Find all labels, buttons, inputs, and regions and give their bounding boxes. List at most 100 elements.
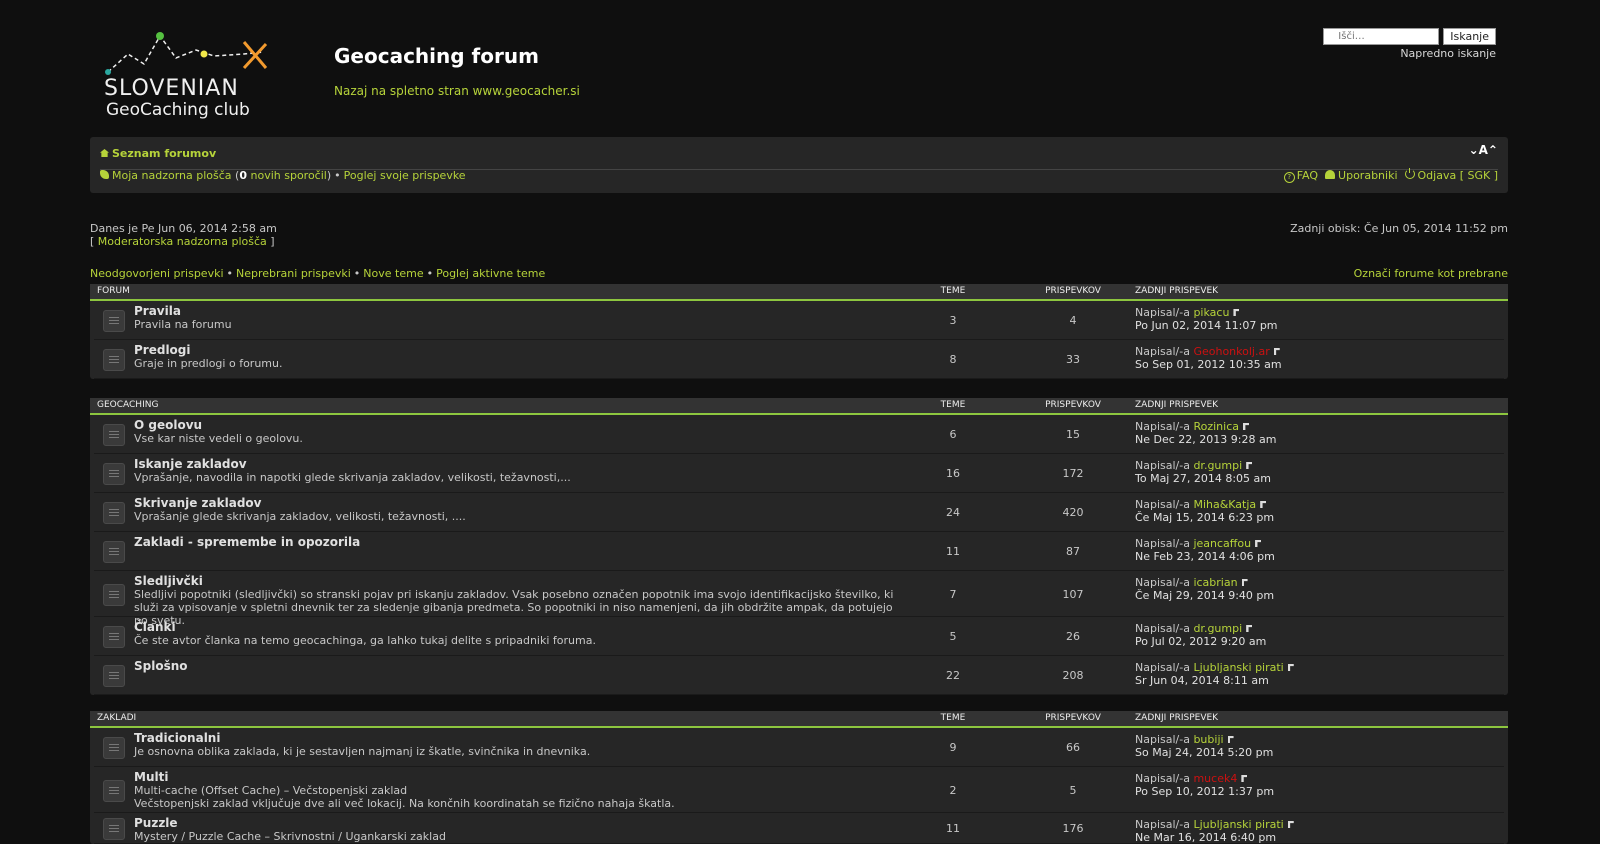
topics-count: 24 — [946, 506, 960, 519]
forum-description-text: Vse kar niste vedeli o geolovu. — [134, 432, 303, 445]
last-post-author-link[interactable]: dr.gumpi — [1193, 622, 1242, 635]
view-latest-post-icon[interactable] — [1233, 309, 1240, 316]
back-to-site-link[interactable]: Nazaj na spletno stran www.geocacher.si — [334, 84, 580, 98]
last-post-author-link[interactable]: Ljubljanski pirati — [1193, 818, 1283, 831]
category-title-link[interactable]: ZAKLADI — [97, 711, 136, 726]
last-post-date: Po Jul 02, 2012 9:20 am — [1135, 635, 1267, 648]
category-header: FORUM TEME PRISPEVKOV ZADNJI PRISPEVEK — [90, 284, 1508, 301]
view-latest-post-icon[interactable] — [1241, 775, 1248, 782]
own-posts-link[interactable]: Poglej svoje prispevke — [344, 169, 466, 182]
forum-read-icon — [103, 584, 125, 606]
last-post-author-link[interactable]: bubiji — [1193, 733, 1223, 746]
forum-description-text: Če ste avtor članka na temo geocachinga,… — [134, 634, 596, 647]
view-latest-post-icon[interactable] — [1246, 462, 1253, 469]
forum-row: Pravila Pravila na forumu 3 4 Napisal/-a pik… — [94, 301, 1504, 340]
view-latest-post-icon[interactable] — [1287, 664, 1294, 671]
logo-trail-graphic — [105, 32, 268, 75]
view-latest-post-icon[interactable] — [1246, 625, 1253, 632]
last-post-date: So Sep 01, 2012 10:35 am — [1135, 358, 1282, 371]
breadcrumb-forum-index[interactable]: Seznam forumov — [112, 147, 216, 160]
category-title-link[interactable]: GEOCACHING — [97, 398, 158, 413]
search-button[interactable]: Iskanje — [1443, 28, 1496, 45]
forum-title-link[interactable]: Puzzle — [134, 816, 178, 830]
forum-description-text: Vprašanje, navodila in napotki glede skr… — [134, 471, 571, 484]
forum-title-link[interactable]: Predlogi — [134, 343, 191, 357]
advanced-search-link[interactable]: Napredno iskanje — [1323, 47, 1496, 60]
logo-line-1: SLOVENIAN — [104, 76, 239, 101]
site-title: Geocaching forum — [334, 44, 539, 68]
last-post: Napisal/-a Miha&Katja Če Maj 15, 2014 6:2… — [1135, 498, 1274, 524]
logout-link[interactable]: Odjava [ SGK ] — [1418, 169, 1498, 182]
view-latest-post-icon[interactable] — [1260, 501, 1267, 508]
posts-count: 26 — [1066, 630, 1080, 643]
ucp-link[interactable]: Moja nadzorna plošča — [112, 169, 232, 182]
control-panel-icon — [100, 170, 109, 179]
active-topics-link[interactable]: Poglej aktivne teme — [436, 267, 545, 280]
forum-title-link[interactable]: Splošno — [134, 659, 188, 673]
forum-read-icon — [103, 424, 125, 446]
mark-forums-read-link[interactable]: Označi forume kot prebrane — [1354, 267, 1508, 280]
forum-title-link[interactable]: Članki — [134, 620, 176, 634]
last-post-by-label: Napisal/-a — [1135, 733, 1194, 746]
last-post: Napisal/-a Rozinica Ne Dec 22, 2013 9:28 … — [1135, 420, 1276, 446]
forum-description: Vprašanje glede skrivanja zakladov, veli… — [134, 510, 894, 523]
forum-title-link[interactable]: Zakladi - spremembe in opozorila — [134, 535, 360, 549]
view-latest-post-icon[interactable] — [1242, 423, 1249, 430]
view-latest-post-icon[interactable] — [1273, 348, 1280, 355]
forum-title-link[interactable]: Iskanje zakladov — [134, 457, 247, 471]
last-post-author-link[interactable]: icabrian — [1193, 576, 1237, 589]
last-post: Napisal/-a Ljubljanski pirati Sr Jun 04, … — [1135, 661, 1294, 687]
last-post-date: Po Sep 10, 2012 1:37 pm — [1135, 785, 1275, 798]
forum-title-link[interactable]: Tradicionalni — [134, 731, 220, 745]
last-post-author-link[interactable]: dr.gumpi — [1193, 459, 1242, 472]
club-logo[interactable]: SLOVENIAN GeoCaching club — [104, 28, 274, 124]
topics-count: 22 — [946, 669, 960, 682]
last-post-author-link[interactable]: Miha&Katja — [1193, 498, 1256, 511]
forum-title-link[interactable]: Sledljivčki — [134, 574, 203, 588]
forum-title-link[interactable]: Pravila — [134, 304, 181, 318]
last-post-author-link[interactable]: Geohonkolj.ar — [1193, 345, 1269, 358]
last-post-by-label: Napisal/-a — [1135, 576, 1194, 589]
posts-count: 87 — [1066, 545, 1080, 558]
view-latest-post-icon[interactable] — [1241, 579, 1248, 586]
col-last-post-header: ZADNJI PRISPEVEK — [1135, 400, 1219, 410]
col-last-post-header: ZADNJI PRISPEVEK — [1135, 286, 1219, 296]
last-post-date: Sr Jun 04, 2014 8:11 am — [1135, 674, 1269, 687]
new-messages-link[interactable]: 0 novih sporočil — [239, 169, 327, 182]
last-post-by-label: Napisal/-a — [1135, 420, 1194, 433]
unread-posts-link[interactable]: Neprebrani prispevki — [236, 267, 351, 280]
last-post: Napisal/-a dr.gumpi To Maj 27, 2014 8:05 … — [1135, 459, 1271, 485]
forum-description-text: Je osnovna oblika zaklada, ki je sestavl… — [134, 745, 591, 758]
col-topics-header: TEME — [940, 400, 966, 410]
last-post-author-link[interactable]: jeancaffou — [1193, 537, 1251, 550]
forum-read-icon — [103, 463, 125, 485]
last-post-author-link[interactable]: mucek4 — [1193, 772, 1237, 785]
view-latest-post-icon[interactable] — [1227, 736, 1234, 743]
mcp-close: ] — [266, 235, 275, 248]
new-messages-count: 0 — [239, 169, 247, 182]
last-post-author-link[interactable]: Ljubljanski pirati — [1193, 661, 1283, 674]
forum-read-icon — [103, 665, 125, 687]
view-latest-post-icon[interactable] — [1255, 540, 1262, 547]
faq-link[interactable]: FAQ — [1297, 169, 1318, 182]
category-title-link[interactable]: FORUM — [97, 284, 130, 299]
col-posts-header: PRISPEVKOV — [1045, 400, 1101, 410]
forum-title-link[interactable]: Skrivanje zakladov — [134, 496, 261, 510]
forum-title-link[interactable]: Multi — [134, 770, 168, 784]
posts-count: 15 — [1066, 428, 1080, 441]
home-icon — [100, 149, 109, 157]
posts-count: 107 — [1062, 588, 1084, 601]
unanswered-posts-link[interactable]: Neodgovorjeni prispevki — [90, 267, 224, 280]
members-link[interactable]: Uporabniki — [1338, 169, 1397, 182]
last-post-author-link[interactable]: pikacu — [1193, 306, 1229, 319]
search-input[interactable] — [1323, 28, 1440, 45]
mcp-link[interactable]: Moderatorska nadzorna plošča — [98, 235, 267, 248]
forum-description-text: Pravila na forumu — [134, 318, 232, 331]
view-latest-post-icon[interactable] — [1287, 821, 1294, 828]
font-size-toggle[interactable]: ⌄A⌃ — [1469, 143, 1498, 157]
last-post-author-link[interactable]: Rozinica — [1193, 420, 1239, 433]
posts-count: 5 — [1069, 784, 1077, 797]
last-post: Napisal/-a mucek4 Po Sep 10, 2012 1:37 pm — [1135, 772, 1274, 798]
new-topics-link[interactable]: Nove teme — [363, 267, 423, 280]
forum-title-link[interactable]: O geolovu — [134, 418, 202, 432]
